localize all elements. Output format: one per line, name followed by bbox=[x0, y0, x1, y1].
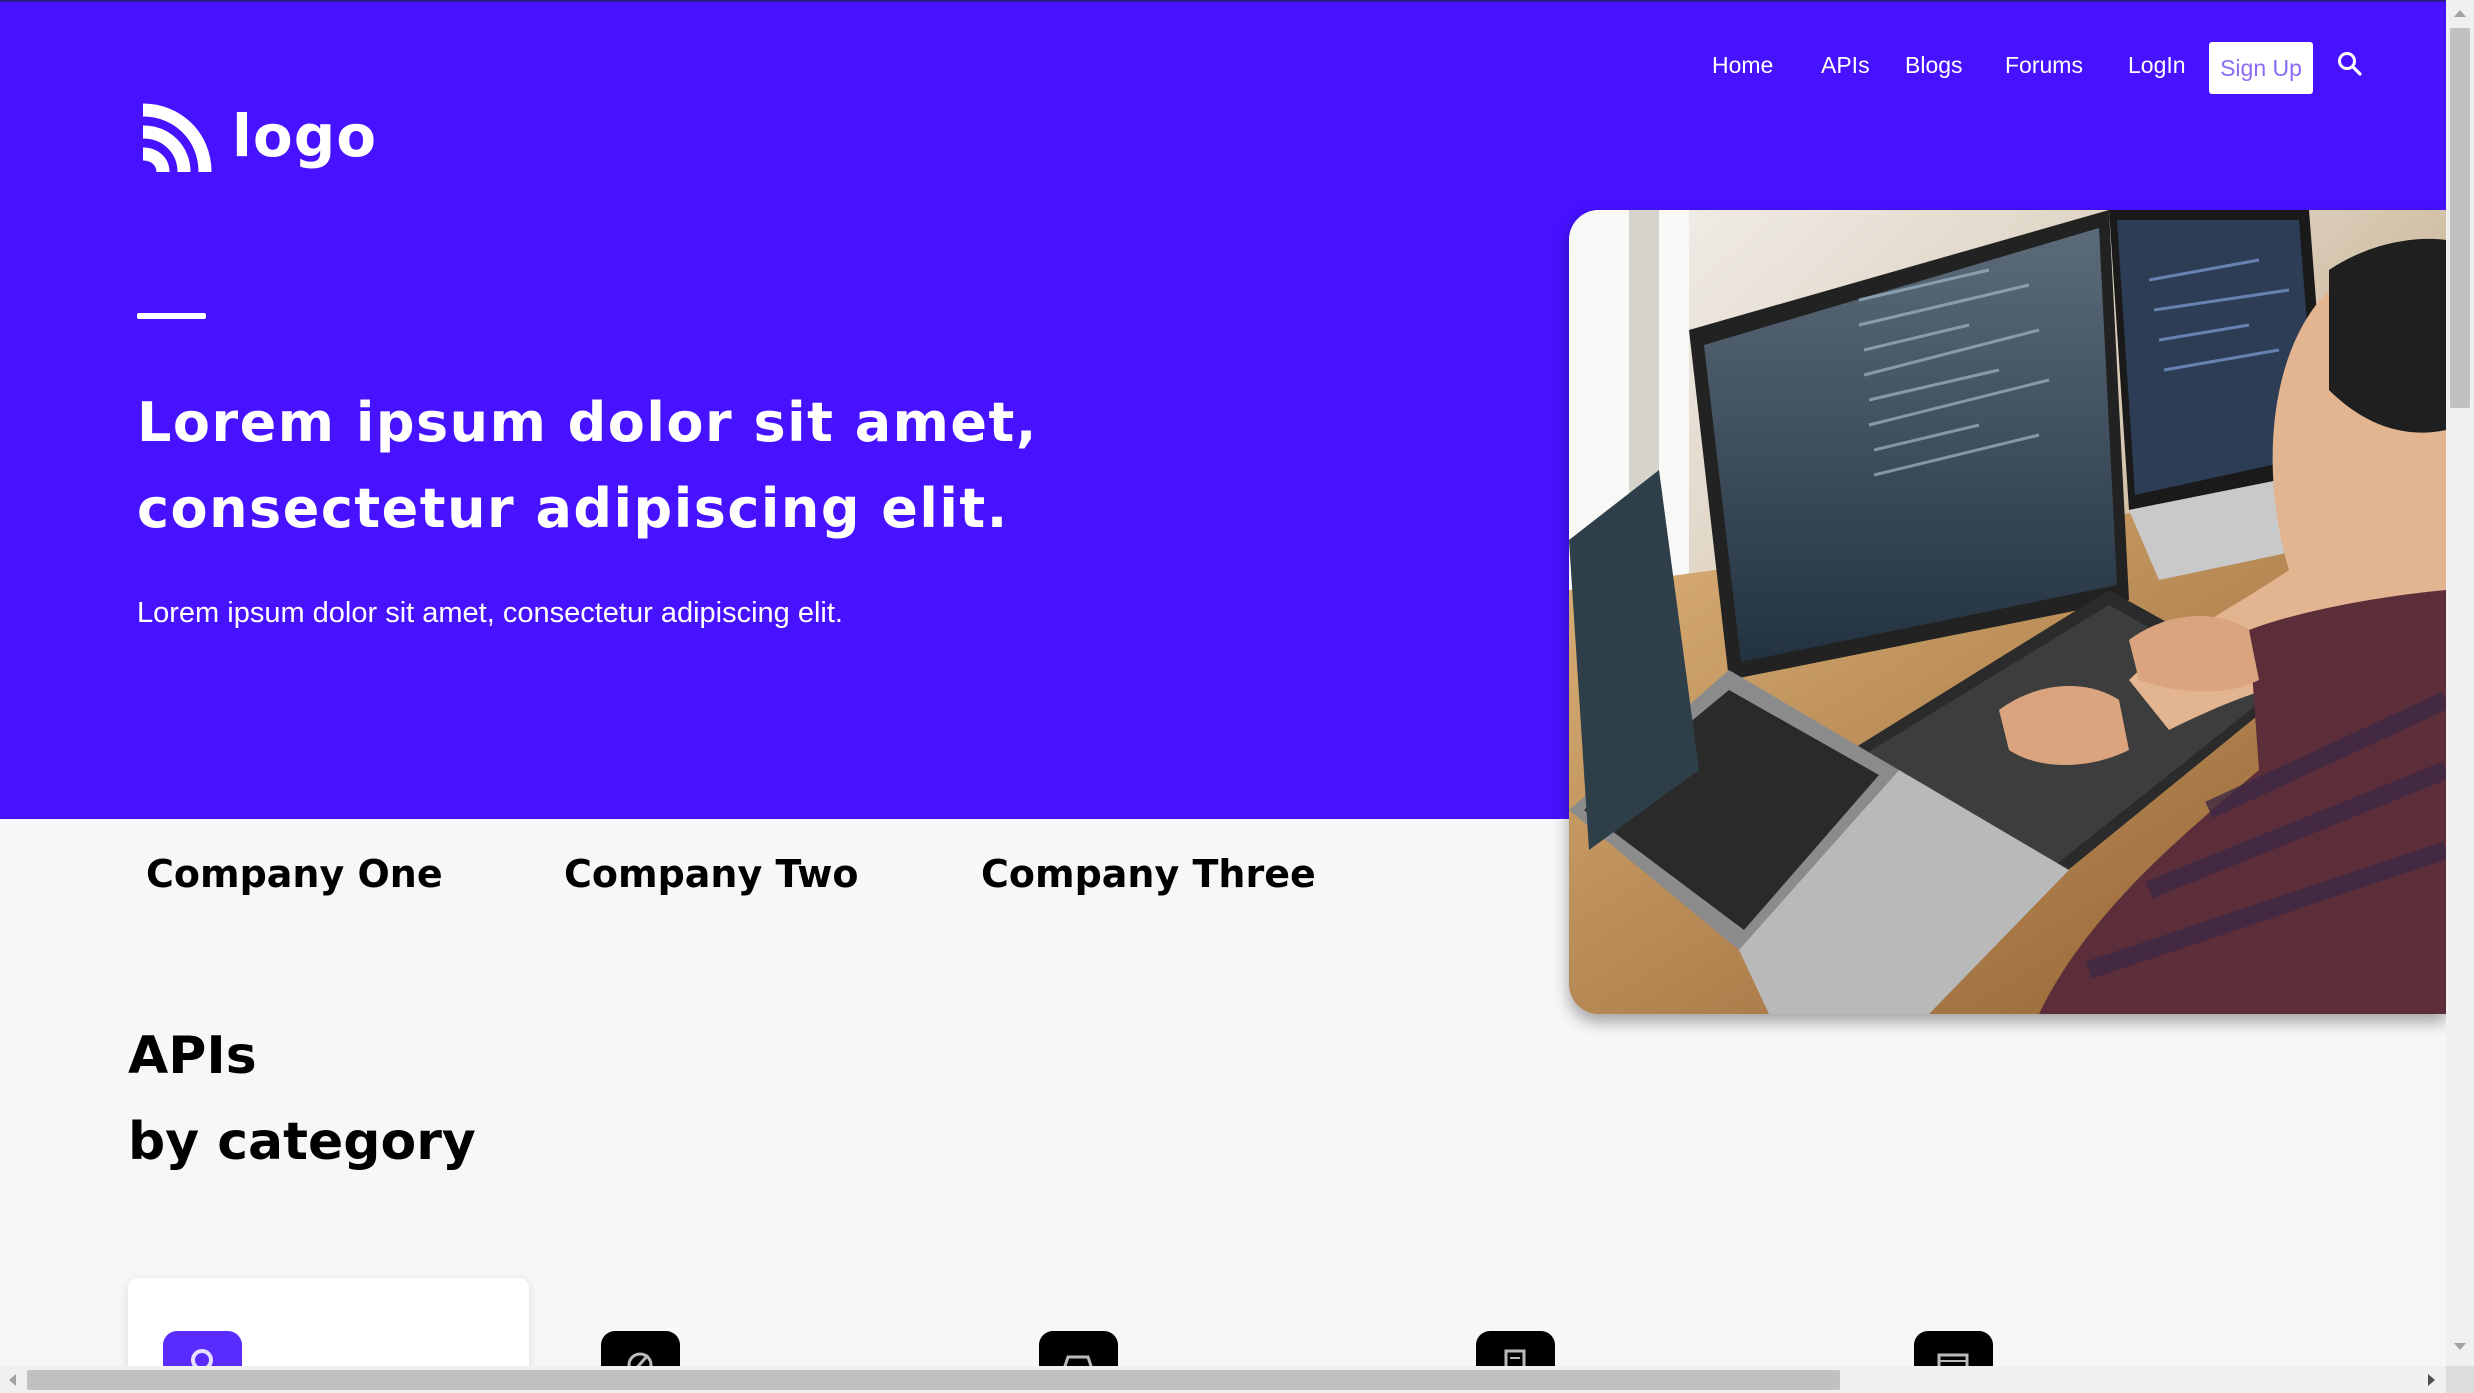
category-document[interactable] bbox=[1476, 1331, 1555, 1366]
horizontal-scroll-thumb[interactable] bbox=[27, 1370, 1840, 1390]
horizontal-scrollbar[interactable] bbox=[0, 1366, 2446, 1393]
hero-subtitle: Lorem ipsum dolor sit amet, consectetur … bbox=[137, 597, 843, 629]
nav-home[interactable]: Home bbox=[1712, 52, 1773, 79]
compass-icon bbox=[627, 1352, 653, 1366]
location-icon bbox=[191, 1349, 213, 1366]
logo[interactable]: logo bbox=[137, 102, 377, 178]
hero-title-line1: Lorem ipsum dolor sit amet, bbox=[137, 391, 1038, 454]
vertical-scrollbar[interactable] bbox=[2446, 0, 2474, 1366]
scroll-down-arrow-icon[interactable] bbox=[2454, 1343, 2466, 1350]
logo-icon bbox=[142, 103, 212, 173]
hero-photo bbox=[1569, 210, 2446, 1014]
scrollbar-corner bbox=[2446, 1366, 2474, 1393]
monitor-icon bbox=[1937, 1353, 1969, 1366]
accent-bar bbox=[137, 313, 206, 319]
hero-title: Lorem ipsum dolor sit amet, consectetur … bbox=[137, 380, 1337, 552]
hero-title-line2: consectetur adipiscing elit. bbox=[137, 477, 1009, 540]
company-one: Company One bbox=[146, 852, 443, 896]
nav-blogs[interactable]: Blogs bbox=[1905, 52, 1963, 79]
document-icon bbox=[1504, 1349, 1526, 1366]
apis-title-line1: APIs bbox=[128, 1026, 257, 1086]
category-compass[interactable] bbox=[601, 1331, 680, 1366]
signup-button[interactable]: Sign Up bbox=[2209, 42, 2313, 94]
page: logo Home APIs Blogs Forums LogIn Sign U… bbox=[0, 0, 2446, 1366]
apis-section-title: APIs by category bbox=[128, 1013, 476, 1185]
main-nav: Home APIs Blogs Forums LogIn Sign Up bbox=[0, 42, 2446, 96]
company-two: Company Two bbox=[564, 852, 859, 896]
nav-forums[interactable]: Forums bbox=[2005, 52, 2083, 79]
category-car[interactable] bbox=[1039, 1331, 1118, 1366]
scroll-right-arrow-icon[interactable] bbox=[2428, 1374, 2435, 1386]
category-location[interactable] bbox=[163, 1331, 242, 1366]
nav-login[interactable]: LogIn bbox=[2128, 52, 2186, 79]
scroll-left-arrow-icon[interactable] bbox=[9, 1374, 16, 1386]
car-icon bbox=[1063, 1355, 1093, 1366]
category-monitor[interactable] bbox=[1914, 1331, 1993, 1366]
company-three: Company Three bbox=[981, 852, 1316, 896]
scroll-up-arrow-icon[interactable] bbox=[2454, 10, 2466, 17]
search-icon[interactable] bbox=[2336, 50, 2364, 78]
logo-text: logo bbox=[232, 102, 378, 170]
nav-apis[interactable]: APIs bbox=[1821, 52, 1870, 79]
apis-title-line2: by category bbox=[128, 1112, 476, 1172]
vertical-scroll-thumb[interactable] bbox=[2450, 28, 2470, 408]
developer-photo-illustration bbox=[1569, 210, 2446, 1014]
